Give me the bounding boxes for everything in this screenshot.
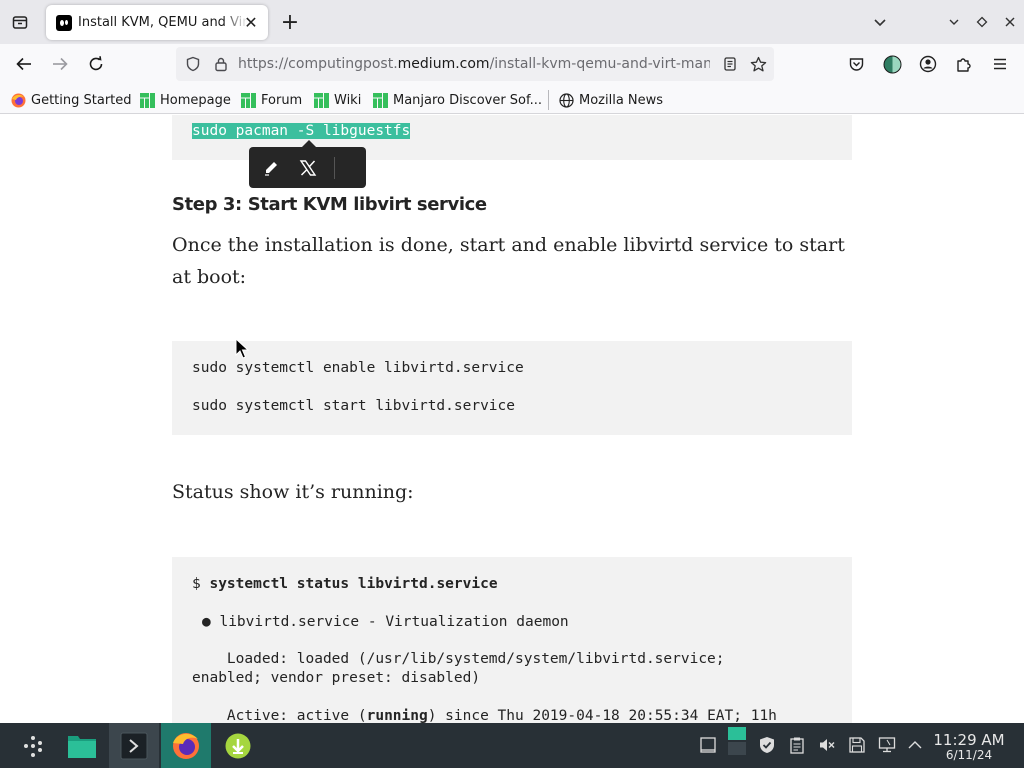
lock-icon[interactable]: [212, 55, 230, 73]
clipboard-icon[interactable]: [787, 735, 807, 755]
selected-code-line[interactable]: sudo pacman -S libguestfs: [192, 123, 411, 139]
manjaro-icon: [241, 92, 256, 108]
share-x-icon[interactable]: [297, 157, 319, 179]
highlight-pen-icon[interactable]: [260, 157, 282, 179]
address-bar[interactable]: https://computingpost.medium.com/install…: [176, 47, 774, 81]
bookmark-label: Forum: [261, 92, 303, 108]
extension-circle-icon[interactable]: [882, 54, 902, 74]
active-state: running: [366, 708, 428, 723]
bookmark-label: Homepage: [160, 92, 231, 108]
tracking-protection-shield-icon[interactable]: [184, 55, 202, 73]
browser-tab-active[interactable]: Install KVM, QEMU and Virt Manager on Ar…: [46, 5, 268, 40]
pocket-icon[interactable]: [846, 54, 866, 74]
shell-prompt: $: [192, 576, 210, 592]
reload-icon[interactable]: [84, 52, 108, 76]
bookmark-mozilla-news[interactable]: Mozilla News: [559, 91, 663, 109]
active-prefix: Active: active (: [192, 708, 367, 723]
status-command: systemctl status libvirtd.service: [209, 576, 498, 592]
extensions-puzzle-icon[interactable]: [954, 54, 974, 74]
firefox-icon: [11, 93, 26, 108]
unit-line: ● libvirtd.service - Virtualization daem…: [202, 614, 569, 630]
article-content: sudo pacman -S libguestfs Step 3: Start …: [0, 115, 1024, 723]
volume-muted-icon[interactable]: [817, 735, 837, 755]
network-wired-icon[interactable]: [877, 735, 897, 755]
bookmark-forum[interactable]: Forum: [241, 91, 302, 109]
menu-hamburger-icon[interactable]: [990, 54, 1010, 74]
step3-paragraph: Once the installation is done, start and…: [172, 234, 845, 288]
status-command-line: $ systemctl status libvirtd.service: [192, 576, 498, 592]
loaded-line-1: Loaded: loaded (/usr/lib/systemd/system/…: [192, 651, 725, 667]
back-arrow-icon[interactable]: [12, 52, 36, 76]
url-path: /install-kvm-qemu-and-virt-manager-on-ar…: [489, 56, 710, 72]
bookmarks-toolbar: Getting Started Homepage Forum Wiki Manj…: [0, 84, 1024, 114]
file-manager-icon[interactable]: [58, 723, 106, 768]
bookmark-label: Getting Started: [31, 92, 132, 108]
bookmark-label: Mozilla News: [579, 92, 664, 108]
tab-title: Install KVM, QEMU and Virt Manager on Ar…: [78, 15, 248, 30]
manjaro-icon: [314, 92, 329, 108]
show-desktop-icon[interactable]: [698, 735, 718, 755]
code-block-status: $ systemctl status libvirtd.service ● li…: [172, 557, 852, 723]
active-line: Active: active (running) since Thu 2019-…: [192, 708, 777, 723]
step3-heading: Step 3: Start KVM libvirt service: [172, 194, 487, 215]
forward-arrow-icon[interactable]: [48, 52, 72, 76]
bookmark-label: Wiki: [334, 92, 362, 108]
code-line: sudo systemctl start libvirtd.service: [192, 398, 516, 414]
bookmark-manjaro-discover[interactable]: Manjaro Discover Sof...: [373, 91, 542, 109]
text-selection-toolbar: [249, 140, 366, 188]
clock-date[interactable]: 6/11/24: [930, 748, 1008, 762]
mouse-pointer-icon: [235, 338, 249, 359]
active-suffix: ) since Thu 2019-04-18 20:55:34 EAT; 11h: [427, 708, 777, 723]
loaded-line-2: enabled; vendor preset: disabled): [192, 670, 481, 686]
bookmarks-separator: [548, 90, 549, 110]
bookmark-getting-started[interactable]: Getting Started: [11, 91, 132, 109]
url-host: medium.com: [397, 56, 490, 72]
tab-overflow-chevron-icon[interactable]: [870, 12, 890, 32]
status-paragraph: Status show it’s running:: [172, 481, 414, 503]
minimize-window-icon[interactable]: [944, 12, 964, 32]
globe-icon: [559, 92, 574, 108]
virtual-desktop-pager-icon[interactable]: [727, 727, 747, 755]
navigation-toolbar: https://computingpost.medium.com/install…: [0, 44, 1024, 84]
url-prefix: https://computingpost.: [238, 56, 398, 72]
clock-time[interactable]: 11:29 AM: [930, 731, 1008, 749]
tab-strip: Install KVM, QEMU and Virt Manager on Ar…: [0, 0, 1024, 44]
bookmark-star-icon[interactable]: [749, 55, 767, 73]
manjaro-icon: [373, 92, 388, 108]
bookmark-homepage[interactable]: Homepage: [140, 91, 231, 109]
url-text[interactable]: https://computingpost.medium.com/install…: [238, 56, 710, 72]
tray-expand-chevron-icon[interactable]: [905, 735, 925, 755]
medium-favicon-icon: [56, 14, 72, 31]
app-launcher-icon[interactable]: [10, 723, 56, 768]
storage-disk-icon[interactable]: [847, 735, 867, 755]
security-shield-icon[interactable]: [757, 735, 777, 755]
bookmark-wiki[interactable]: Wiki: [314, 91, 361, 109]
firefox-taskbar-icon[interactable]: [161, 723, 211, 768]
taskbar: 11:29 AM 6/11/24: [0, 723, 1024, 768]
bookmark-label: Manjaro Discover Sof...: [393, 92, 543, 108]
reader-view-icon[interactable]: [721, 55, 739, 73]
manjaro-icon: [140, 92, 155, 108]
maximize-window-icon[interactable]: [972, 12, 992, 32]
update-download-icon[interactable]: [214, 723, 262, 768]
code-block-systemctl: sudo systemctl enable libvirtd.service s…: [172, 341, 852, 435]
close-tab-icon[interactable]: ✕: [242, 13, 260, 32]
toolbar-divider: [334, 157, 335, 179]
new-tab-button[interactable]: +: [278, 10, 302, 35]
code-line: sudo systemctl enable libvirtd.service: [192, 360, 524, 376]
terminal-icon[interactable]: [109, 723, 159, 768]
account-icon[interactable]: [918, 54, 938, 74]
list-all-tabs-icon[interactable]: [8, 10, 32, 34]
close-window-icon[interactable]: [1000, 12, 1020, 32]
